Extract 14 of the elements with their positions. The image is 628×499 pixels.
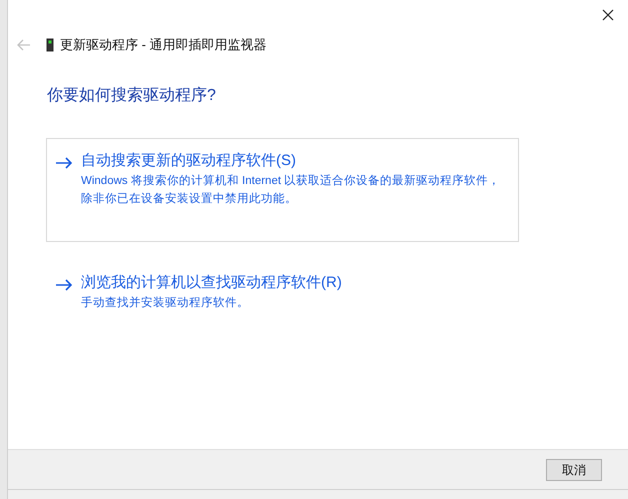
option-description: Windows 将搜索你的计算机和 Internet 以获取适合你设备的最新驱动程序软件，除非你已在设备安装设置中禁用此功能。 — [81, 173, 502, 207]
option-title: 浏览我的计算机以查找驱动程序软件(R) — [81, 273, 342, 293]
arrow-icon — [55, 279, 73, 291]
option-link[interactable]: 浏览我的计算机以查找驱动程序软件(R) 手动查找并安装驱动程序软件。 — [46, 260, 519, 313]
back-arrow-icon — [17, 39, 31, 51]
window-title: 更新驱动程序 - 通用即插即用监视器 — [60, 36, 267, 54]
option-description: 手动查找并安装驱动程序软件。 — [81, 295, 250, 311]
dialog-heading: 你要如何搜索驱动程序? — [47, 86, 216, 106]
option-link[interactable]: 自动搜索更新的驱动程序软件(S) Windows 将搜索你的计算机和 Internet 以获取适合你设备的最新驱动程序软件，除非你已在设备安装设置中禁用此功能。 — [46, 138, 519, 242]
arrow-icon — [55, 157, 73, 169]
close-icon — [602, 9, 614, 21]
option-title: 自动搜索更新的驱动程序软件(S) — [81, 151, 297, 171]
device-icon — [46, 38, 54, 52]
cancel-button[interactable]: 取消 — [546, 458, 602, 480]
